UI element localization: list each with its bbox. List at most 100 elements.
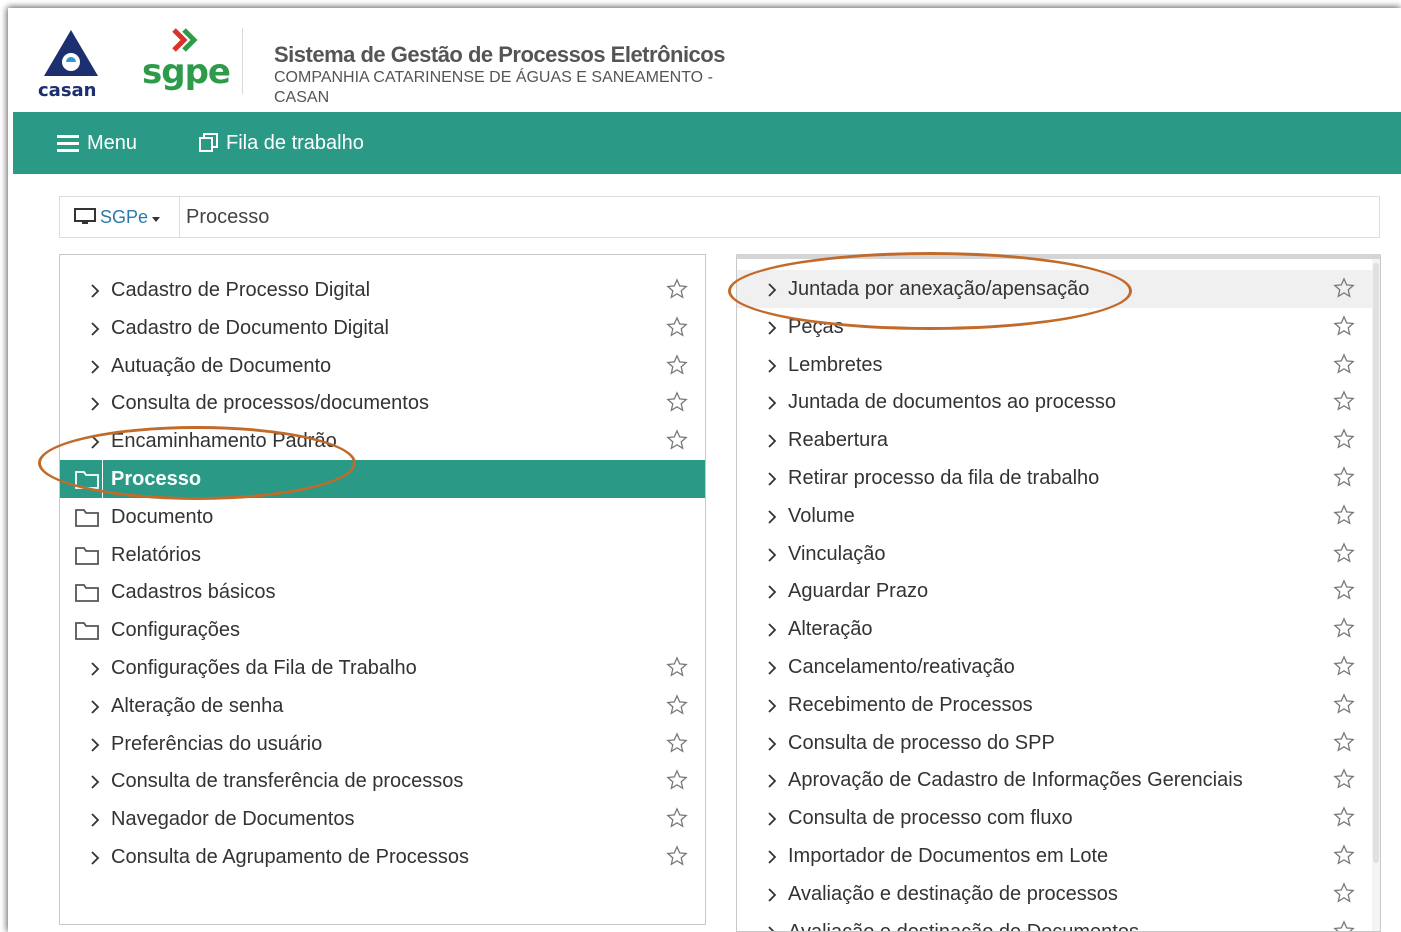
right-menu-item-row[interactable]: Vinculação (737, 535, 1380, 573)
favorite-star-icon[interactable] (1333, 919, 1355, 931)
right-menu-item-row[interactable]: Alteração (737, 610, 1380, 648)
menu-button[interactable]: Menu (57, 112, 137, 174)
favorite-star-icon[interactable] (666, 429, 688, 451)
left-menu-item-row[interactable]: Preferências do usuário (60, 725, 705, 763)
favorite-star-icon[interactable] (666, 278, 688, 300)
favorite-star-icon[interactable] (1333, 730, 1355, 753)
system-selector-label: SGPe (100, 206, 149, 227)
favorite-star-icon[interactable] (1333, 428, 1355, 450)
chevron-right-icon (88, 358, 102, 374)
right-menu-item-row[interactable]: Juntada por anexação/apensação (737, 270, 1380, 308)
favorite-star-icon[interactable] (1333, 768, 1355, 790)
favorite-star-icon[interactable] (1333, 579, 1355, 601)
right-menu-item-row[interactable]: Aguardar Prazo (737, 572, 1380, 610)
chevron-right-icon (88, 773, 102, 790)
left-menu-item-row[interactable]: Documento (60, 498, 705, 536)
favorite-star-icon[interactable] (1333, 315, 1355, 337)
sgpe-logo: sgpe (138, 26, 231, 98)
folder-icon (74, 581, 100, 603)
chevron-right-icon (88, 660, 102, 676)
favorite-star-icon[interactable] (1333, 352, 1355, 375)
left-menu-item-row[interactable]: Consulta de transferência de processos (60, 762, 705, 800)
favorite-star-icon[interactable] (666, 316, 688, 338)
left-menu-item-label: Documento (111, 505, 214, 528)
app-header: casan sgpe Sistema de Gestão de Processo… (8, 8, 1401, 112)
casan-logo-text: casan (38, 80, 97, 101)
chevron-right-icon (88, 736, 102, 752)
left-menu-item-row[interactable]: Processo (60, 460, 705, 498)
right-menu-item-row[interactable]: Avaliação e destinação de Documentos (737, 913, 1380, 931)
favorite-star-icon[interactable] (1333, 882, 1355, 904)
right-menu-item-row[interactable]: Retirar processo da fila de trabalho (737, 459, 1380, 497)
left-menu-item-row[interactable]: Relatórios (60, 536, 705, 574)
favorite-star-icon[interactable] (1333, 617, 1355, 639)
right-menu-item-label: Lembretes (788, 353, 883, 376)
right-menu-item-label: Aguardar Prazo (788, 580, 929, 603)
favorite-star-icon[interactable] (1333, 277, 1355, 299)
left-menu-item-label: Configurações da Fila de Trabalho (111, 657, 417, 679)
chevron-right-icon (88, 320, 102, 336)
favorite-star-icon[interactable] (1333, 541, 1355, 564)
active-row-separator (102, 460, 103, 498)
favorite-star-icon[interactable] (666, 731, 688, 754)
chevron-right-icon (765, 546, 779, 562)
left-menu-item-row[interactable]: Consulta de Agrupamento de Processos (60, 838, 705, 876)
folder-icon (74, 506, 100, 528)
left-menu-item-row[interactable]: Cadastro de Documento Digital (60, 309, 705, 347)
right-menu-item-row[interactable]: Lembretes (737, 346, 1380, 384)
left-menu-item-row[interactable]: Configurações (60, 611, 705, 649)
right-menu-item-row[interactable]: Reabertura (737, 421, 1380, 459)
scrollbar[interactable] (1372, 259, 1380, 931)
right-menu-item-row[interactable]: Volume (737, 497, 1380, 535)
left-menu-item-label: Consulta de Agrupamento de Processos (111, 846, 469, 868)
right-menu-item-row[interactable]: Juntada de documentos ao processo (737, 383, 1380, 421)
left-menu-item-row[interactable]: Encaminhamento Padrão (60, 422, 705, 460)
left-menu-item-row[interactable]: Navegador de Documentos (60, 800, 705, 838)
left-menu-item-row[interactable]: Cadastros básicos (60, 573, 705, 611)
favorite-star-icon[interactable] (1333, 390, 1355, 412)
favorite-star-icon[interactable] (1333, 655, 1355, 677)
right-menu-item-row[interactable]: Consulta de processo do SPP (737, 724, 1380, 762)
chevron-right-icon (765, 848, 779, 864)
left-menu-item-label: Autuação de Documento (111, 354, 332, 377)
chevron-right-icon (765, 281, 779, 297)
right-menu-item-row[interactable]: Recebimento de Processos (737, 686, 1380, 724)
right-menu-item-row[interactable]: Peças (737, 308, 1380, 346)
right-menu-item-label: Avaliação e destinação de processos (788, 882, 1118, 905)
right-menu-item-row[interactable]: Aprovação de Cadastro de Informações Ger… (737, 761, 1380, 799)
system-selector[interactable]: SGPe (60, 197, 180, 237)
chevron-right-icon (765, 735, 779, 751)
hamburger-icon (57, 135, 79, 152)
left-menu-item-row[interactable]: Autuação de Documento (60, 347, 705, 385)
favorite-star-icon[interactable] (1333, 504, 1355, 526)
favorite-star-icon[interactable] (666, 769, 688, 791)
favorite-star-icon[interactable] (666, 391, 688, 413)
left-menu-item-row[interactable]: Configurações da Fila de Trabalho (60, 649, 705, 687)
caret-down-icon (152, 216, 161, 222)
favorite-star-icon[interactable] (1333, 693, 1355, 715)
left-menu-item-row[interactable]: Alteração de senha (60, 687, 705, 725)
favorite-star-icon[interactable] (666, 694, 688, 716)
scrollbar-thumb[interactable] (1373, 263, 1379, 863)
right-menu-item-label: Aprovação de Cadastro de Informações Ger… (788, 769, 1243, 792)
left-menu-item-label: Consulta de processos/documentos (111, 392, 429, 415)
copy-icon (199, 133, 218, 152)
favorite-star-icon[interactable] (1333, 466, 1355, 488)
favorite-star-icon[interactable] (666, 656, 688, 678)
right-menu-item-row[interactable]: Consulta de processo com fluxo (737, 799, 1380, 837)
left-menu-item-row[interactable]: Consulta de processos/documentos (60, 384, 705, 422)
favorite-star-icon[interactable] (1333, 844, 1355, 866)
left-menu-item-label: Cadastro de Processo Digital (111, 279, 371, 301)
favorite-star-icon[interactable] (1333, 806, 1355, 828)
favorite-star-icon[interactable] (666, 807, 688, 829)
right-menu-item-row[interactable]: Cancelamento/reativação (737, 648, 1380, 686)
favorite-star-icon[interactable] (666, 353, 688, 376)
favorite-star-icon[interactable] (666, 845, 688, 867)
right-menu-item-row[interactable]: Importador de Documentos em Lote (737, 837, 1380, 875)
right-menu-item-label: Retirar processo da fila de trabalho (788, 467, 1100, 489)
chevron-right-icon (765, 357, 779, 373)
right-menu-item-row[interactable]: Avaliação e destinação de processos (737, 875, 1380, 913)
chevron-right-icon (765, 319, 779, 335)
left-menu-item-row[interactable]: Cadastro de Processo Digital (60, 271, 705, 309)
fila-de-trabalho-button[interactable]: Fila de trabalho (198, 112, 364, 174)
